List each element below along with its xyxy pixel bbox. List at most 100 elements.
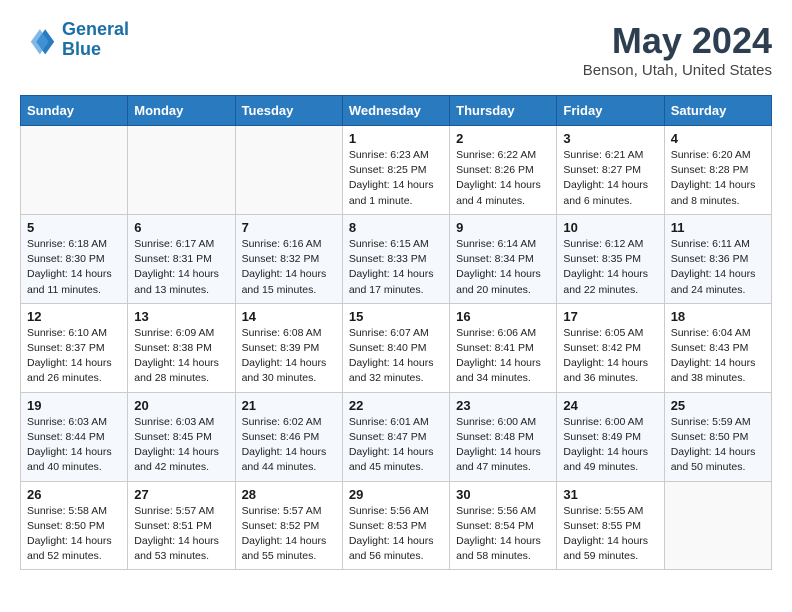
- calendar-cell: [235, 126, 342, 215]
- calendar-cell: 13 Sunrise: 6:09 AM Sunset: 8:38 PM Dayli…: [128, 303, 235, 392]
- day-detail: Sunrise: 6:01 AM Sunset: 8:47 PM Dayligh…: [349, 415, 443, 476]
- day-number: 10: [563, 220, 657, 235]
- calendar-cell: 16Sunrise: 6:06 AM Sunset: 8:41 PM Dayli…: [450, 303, 557, 392]
- day-detail: Sunrise: 6:14 AM Sunset: 8:34 PM Dayligh…: [456, 237, 550, 298]
- day-number: 31: [563, 487, 657, 502]
- day-detail: Sunrise: 6:09 AM Sunset: 8:38 PM Dayligh…: [134, 326, 228, 387]
- logo-line1: General: [62, 19, 129, 39]
- calendar-cell: 11 Sunrise: 6:11 AM Sunset: 8:36 PM Dayli…: [664, 214, 771, 303]
- calendar-cell: 18 Sunrise: 6:04 AM Sunset: 8:43 PM Dayli…: [664, 303, 771, 392]
- calendar-cell: 23Sunrise: 6:00 AM Sunset: 8:48 PM Dayli…: [450, 392, 557, 481]
- calendar-table: SundayMondayTuesdayWednesdayThursdayFrid…: [20, 95, 772, 570]
- day-detail: Sunrise: 5:57 AM Sunset: 8:51 PM Dayligh…: [134, 504, 228, 565]
- day-detail: Sunrise: 6:00 AM Sunset: 8:48 PM Dayligh…: [456, 415, 550, 476]
- calendar-cell: 1 Sunrise: 6:23 AM Sunset: 8:25 PM Daylig…: [342, 126, 449, 215]
- day-number: 8: [349, 220, 443, 235]
- day-detail: Sunrise: 6:16 AM Sunset: 8:32 PM Dayligh…: [242, 237, 336, 298]
- day-number: 22: [349, 398, 443, 413]
- day-number: 3: [563, 131, 657, 146]
- calendar-cell: 29 Sunrise: 5:56 AM Sunset: 8:53 PM Dayli…: [342, 481, 449, 570]
- page-header: General Blue May 2024 Benson, Utah, Unit…: [20, 20, 772, 79]
- day-detail: Sunrise: 5:56 AM Sunset: 8:53 PM Dayligh…: [349, 504, 443, 565]
- calendar-week-5: 26 Sunrise: 5:58 AM Sunset: 8:50 PM Dayli…: [21, 481, 772, 570]
- day-number: 18: [671, 309, 765, 324]
- calendar-cell: 25 Sunrise: 5:59 AM Sunset: 8:50 PM Dayli…: [664, 392, 771, 481]
- day-detail: Sunrise: 6:03 AM Sunset: 8:44 PM Dayligh…: [27, 415, 121, 476]
- day-number: 21: [242, 398, 336, 413]
- calendar-cell: 12Sunrise: 6:10 AM Sunset: 8:37 PM Dayli…: [21, 303, 128, 392]
- day-detail: Sunrise: 6:23 AM Sunset: 8:25 PM Dayligh…: [349, 148, 443, 209]
- calendar-cell: 14 Sunrise: 6:08 AM Sunset: 8:39 PM Dayli…: [235, 303, 342, 392]
- day-number: 12: [27, 309, 121, 324]
- weekday-header-monday: Monday: [128, 96, 235, 126]
- calendar-header: SundayMondayTuesdayWednesdayThursdayFrid…: [21, 96, 772, 126]
- day-number: 1: [349, 131, 443, 146]
- day-detail: Sunrise: 5:56 AM Sunset: 8:54 PM Dayligh…: [456, 504, 550, 565]
- day-number: 26: [27, 487, 121, 502]
- weekday-header-saturday: Saturday: [664, 96, 771, 126]
- day-detail: Sunrise: 6:06 AM Sunset: 8:41 PM Dayligh…: [456, 326, 550, 387]
- weekday-header-sunday: Sunday: [21, 96, 128, 126]
- day-detail: Sunrise: 6:11 AM Sunset: 8:36 PM Dayligh…: [671, 237, 765, 298]
- day-number: 27: [134, 487, 228, 502]
- day-number: 9: [456, 220, 550, 235]
- calendar-cell: [128, 126, 235, 215]
- calendar-week-4: 19Sunrise: 6:03 AM Sunset: 8:44 PM Dayli…: [21, 392, 772, 481]
- calendar-cell: 31Sunrise: 5:55 AM Sunset: 8:55 PM Dayli…: [557, 481, 664, 570]
- day-number: 14: [242, 309, 336, 324]
- calendar-cell: 9 Sunrise: 6:14 AM Sunset: 8:34 PM Daylig…: [450, 214, 557, 303]
- weekday-header-thursday: Thursday: [450, 96, 557, 126]
- day-detail: Sunrise: 6:20 AM Sunset: 8:28 PM Dayligh…: [671, 148, 765, 209]
- calendar-cell: 27 Sunrise: 5:57 AM Sunset: 8:51 PM Dayli…: [128, 481, 235, 570]
- calendar-cell: 30 Sunrise: 5:56 AM Sunset: 8:54 PM Dayli…: [450, 481, 557, 570]
- calendar-cell: 3 Sunrise: 6:21 AM Sunset: 8:27 PM Daylig…: [557, 126, 664, 215]
- day-detail: Sunrise: 5:58 AM Sunset: 8:50 PM Dayligh…: [27, 504, 121, 565]
- logo: General Blue: [20, 20, 129, 60]
- weekday-header-tuesday: Tuesday: [235, 96, 342, 126]
- calendar-cell: 8 Sunrise: 6:15 AM Sunset: 8:33 PM Daylig…: [342, 214, 449, 303]
- calendar-cell: 24 Sunrise: 6:00 AM Sunset: 8:49 PM Dayli…: [557, 392, 664, 481]
- day-detail: Sunrise: 5:59 AM Sunset: 8:50 PM Dayligh…: [671, 415, 765, 476]
- logo-icon: [20, 22, 56, 58]
- day-detail: Sunrise: 6:22 AM Sunset: 8:26 PM Dayligh…: [456, 148, 550, 209]
- calendar-cell: 19Sunrise: 6:03 AM Sunset: 8:44 PM Dayli…: [21, 392, 128, 481]
- day-number: 6: [134, 220, 228, 235]
- day-number: 5: [27, 220, 121, 235]
- calendar-cell: 26 Sunrise: 5:58 AM Sunset: 8:50 PM Dayli…: [21, 481, 128, 570]
- day-number: 15: [349, 309, 443, 324]
- day-number: 4: [671, 131, 765, 146]
- calendar-week-3: 12Sunrise: 6:10 AM Sunset: 8:37 PM Dayli…: [21, 303, 772, 392]
- day-detail: Sunrise: 6:05 AM Sunset: 8:42 PM Dayligh…: [563, 326, 657, 387]
- day-number: 30: [456, 487, 550, 502]
- day-detail: Sunrise: 6:08 AM Sunset: 8:39 PM Dayligh…: [242, 326, 336, 387]
- calendar-cell: 10 Sunrise: 6:12 AM Sunset: 8:35 PM Dayli…: [557, 214, 664, 303]
- day-number: 29: [349, 487, 443, 502]
- day-number: 17: [563, 309, 657, 324]
- title-block: May 2024 Benson, Utah, United States: [583, 20, 772, 79]
- day-detail: Sunrise: 6:21 AM Sunset: 8:27 PM Dayligh…: [563, 148, 657, 209]
- day-number: 20: [134, 398, 228, 413]
- day-detail: Sunrise: 6:07 AM Sunset: 8:40 PM Dayligh…: [349, 326, 443, 387]
- day-number: 25: [671, 398, 765, 413]
- calendar-week-1: 1 Sunrise: 6:23 AM Sunset: 8:25 PM Daylig…: [21, 126, 772, 215]
- weekday-header-friday: Friday: [557, 96, 664, 126]
- calendar-cell: 22 Sunrise: 6:01 AM Sunset: 8:47 PM Dayli…: [342, 392, 449, 481]
- day-detail: Sunrise: 6:00 AM Sunset: 8:49 PM Dayligh…: [563, 415, 657, 476]
- calendar-cell: 20Sunrise: 6:03 AM Sunset: 8:45 PM Dayli…: [128, 392, 235, 481]
- day-number: 28: [242, 487, 336, 502]
- day-number: 13: [134, 309, 228, 324]
- day-number: 11: [671, 220, 765, 235]
- weekday-header-wednesday: Wednesday: [342, 96, 449, 126]
- day-detail: Sunrise: 6:12 AM Sunset: 8:35 PM Dayligh…: [563, 237, 657, 298]
- day-number: 2: [456, 131, 550, 146]
- day-detail: Sunrise: 6:04 AM Sunset: 8:43 PM Dayligh…: [671, 326, 765, 387]
- day-number: 24: [563, 398, 657, 413]
- calendar-cell: 2 Sunrise: 6:22 AM Sunset: 8:26 PM Daylig…: [450, 126, 557, 215]
- day-detail: Sunrise: 6:02 AM Sunset: 8:46 PM Dayligh…: [242, 415, 336, 476]
- calendar-week-2: 5Sunrise: 6:18 AM Sunset: 8:30 PM Daylig…: [21, 214, 772, 303]
- calendar-cell: 17 Sunrise: 6:05 AM Sunset: 8:42 PM Dayli…: [557, 303, 664, 392]
- calendar-cell: 7Sunrise: 6:16 AM Sunset: 8:32 PM Daylig…: [235, 214, 342, 303]
- day-detail: Sunrise: 6:17 AM Sunset: 8:31 PM Dayligh…: [134, 237, 228, 298]
- calendar-cell: 28Sunrise: 5:57 AM Sunset: 8:52 PM Dayli…: [235, 481, 342, 570]
- day-detail: Sunrise: 6:15 AM Sunset: 8:33 PM Dayligh…: [349, 237, 443, 298]
